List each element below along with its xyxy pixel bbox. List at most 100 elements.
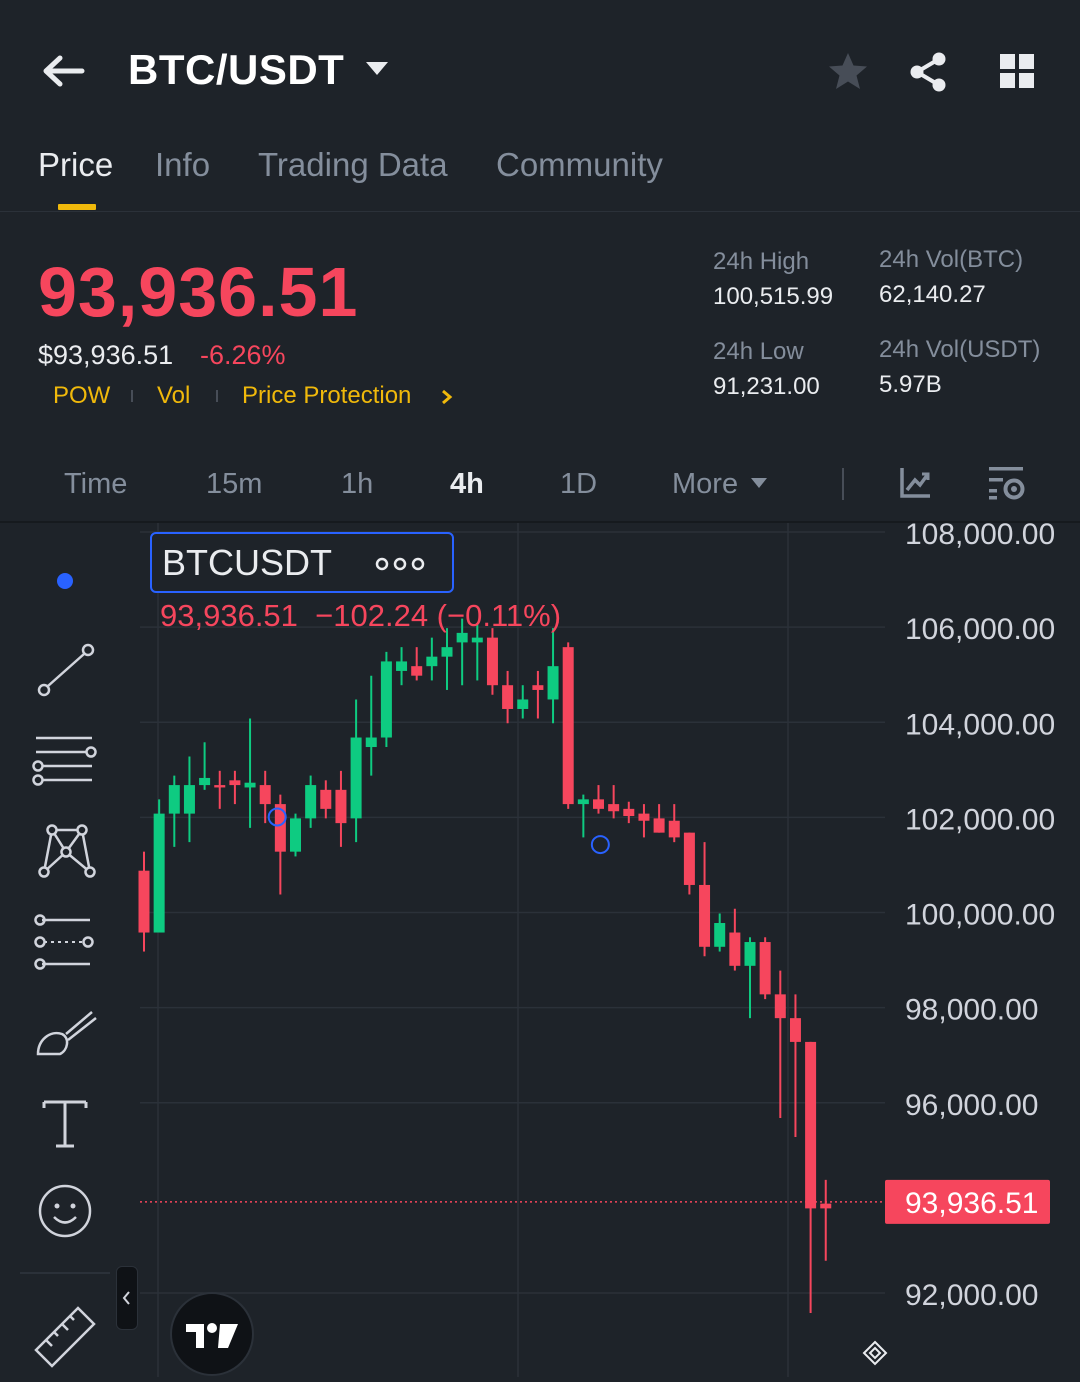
candle-body xyxy=(517,699,529,709)
candle xyxy=(714,913,726,952)
candle-body xyxy=(199,777,211,786)
candle xyxy=(229,770,241,805)
interval-1h[interactable]: 1h xyxy=(341,468,373,501)
candle-body xyxy=(471,637,483,643)
candle xyxy=(562,642,574,809)
ruler-icon[interactable] xyxy=(30,1298,100,1368)
stat-24h-vol-usdt-value: 5.97B xyxy=(879,371,942,398)
candle-body xyxy=(714,923,726,947)
usd-price: $93,936.51 xyxy=(38,340,174,370)
candle-body xyxy=(411,666,423,676)
price-chart[interactable]: 108,000.00 106,000.00 104,000.00 102,000.00… xyxy=(0,518,1080,1377)
candle-body xyxy=(789,1018,801,1042)
candle-body xyxy=(683,832,695,885)
last-price: 93,936.51 xyxy=(38,253,359,331)
candle xyxy=(774,970,786,1119)
stat-24h-vol-btc-value: 62,140.27 xyxy=(879,281,986,308)
candle xyxy=(744,937,756,1019)
candle xyxy=(244,718,256,828)
candle xyxy=(153,799,165,933)
y-axis-tick-label: 96,000.00 xyxy=(905,1089,1038,1122)
interval-separator xyxy=(842,468,844,500)
candle xyxy=(441,628,453,690)
more-options-icon[interactable] xyxy=(374,556,426,572)
candle xyxy=(183,756,195,843)
candle xyxy=(396,647,408,686)
candle xyxy=(759,937,771,1000)
candle-body xyxy=(608,804,620,812)
candle-body xyxy=(183,785,195,814)
tag-vol[interactable]: Vol xyxy=(157,382,190,410)
candle-body xyxy=(547,666,559,700)
candle xyxy=(638,804,650,838)
stat-24h-low-label: 24h Low xyxy=(713,338,804,365)
chevron-right-icon[interactable] xyxy=(440,388,454,406)
candle xyxy=(547,628,559,724)
y-axis-tick-label: 92,000.00 xyxy=(905,1279,1038,1312)
candle xyxy=(805,1041,817,1314)
share-icon[interactable] xyxy=(906,50,950,94)
candle-body xyxy=(774,994,786,1019)
candle xyxy=(517,685,529,719)
tab-info[interactable]: Info xyxy=(155,146,210,184)
tradingview-logo-icon[interactable] xyxy=(170,1292,254,1376)
candle xyxy=(729,908,741,971)
interval-15m[interactable]: 15m xyxy=(206,468,262,501)
candle-body xyxy=(759,942,771,995)
stat-24h-high-value: 100,515.99 xyxy=(713,283,834,310)
candle xyxy=(305,775,317,828)
interval-1d[interactable]: 1D xyxy=(560,468,597,501)
parallel-lines-icon[interactable] xyxy=(30,728,100,798)
chart-canvas[interactable]: 108,000.00 106,000.00 104,000.00 102,000.00… xyxy=(0,518,1080,1377)
tab-divider xyxy=(0,211,1080,212)
candle xyxy=(820,1179,832,1261)
candle xyxy=(335,770,347,847)
tag-price-protection[interactable]: Price Protection xyxy=(242,382,411,410)
tab-price[interactable]: Price xyxy=(38,146,113,184)
pattern-tool-icon[interactable] xyxy=(30,816,100,886)
candle xyxy=(411,647,423,681)
tag-separator xyxy=(216,390,218,402)
candle-body xyxy=(820,1203,832,1209)
y-axis-tick-label: 108,000.00 xyxy=(905,523,1055,551)
trend-line-icon[interactable] xyxy=(30,636,100,706)
indicator-icon[interactable] xyxy=(898,464,934,500)
chart-settings-icon[interactable] xyxy=(986,464,1028,502)
emoji-icon[interactable] xyxy=(30,1176,100,1246)
candle-body xyxy=(153,813,165,933)
back-arrow-icon[interactable] xyxy=(38,48,88,94)
candle-body xyxy=(396,661,408,671)
candle xyxy=(608,785,620,819)
caret-down-icon[interactable] xyxy=(750,476,768,490)
caret-down-icon[interactable] xyxy=(364,58,390,80)
y-axis-tick-label: 104,000.00 xyxy=(905,708,1055,741)
stat-24h-vol-btc-label: 24h Vol(BTC) xyxy=(879,246,1024,273)
candle xyxy=(668,804,680,843)
interval-more[interactable]: More xyxy=(672,468,738,501)
candle xyxy=(653,804,665,833)
candle-body xyxy=(350,737,362,819)
candle-body xyxy=(593,799,604,809)
text-tool-icon[interactable] xyxy=(30,1090,100,1160)
candle-body xyxy=(365,737,377,748)
candle xyxy=(138,851,150,952)
candle-body xyxy=(214,785,226,788)
interval-time[interactable]: Time xyxy=(64,468,127,501)
brush-icon[interactable] xyxy=(30,1000,100,1070)
candle xyxy=(683,832,695,895)
candle-body xyxy=(456,632,468,643)
tag-pow[interactable]: POW xyxy=(53,382,110,410)
tab-trading-data[interactable]: Trading Data xyxy=(258,146,448,184)
grid-icon[interactable] xyxy=(996,50,1038,92)
star-icon[interactable] xyxy=(826,50,870,94)
collapse-toolbar-button[interactable] xyxy=(116,1266,138,1330)
candle-body xyxy=(335,789,347,824)
cursor-dot-icon[interactable] xyxy=(57,573,73,589)
candle-body xyxy=(668,820,680,838)
pair-title[interactable]: BTC/USDT xyxy=(128,46,344,94)
fib-tool-icon[interactable] xyxy=(30,908,100,978)
interval-4h[interactable]: 4h xyxy=(450,468,484,501)
event-marker-icon[interactable] xyxy=(590,835,610,855)
stat-24h-low-value: 91,231.00 xyxy=(713,373,820,400)
tab-community[interactable]: Community xyxy=(496,146,663,184)
